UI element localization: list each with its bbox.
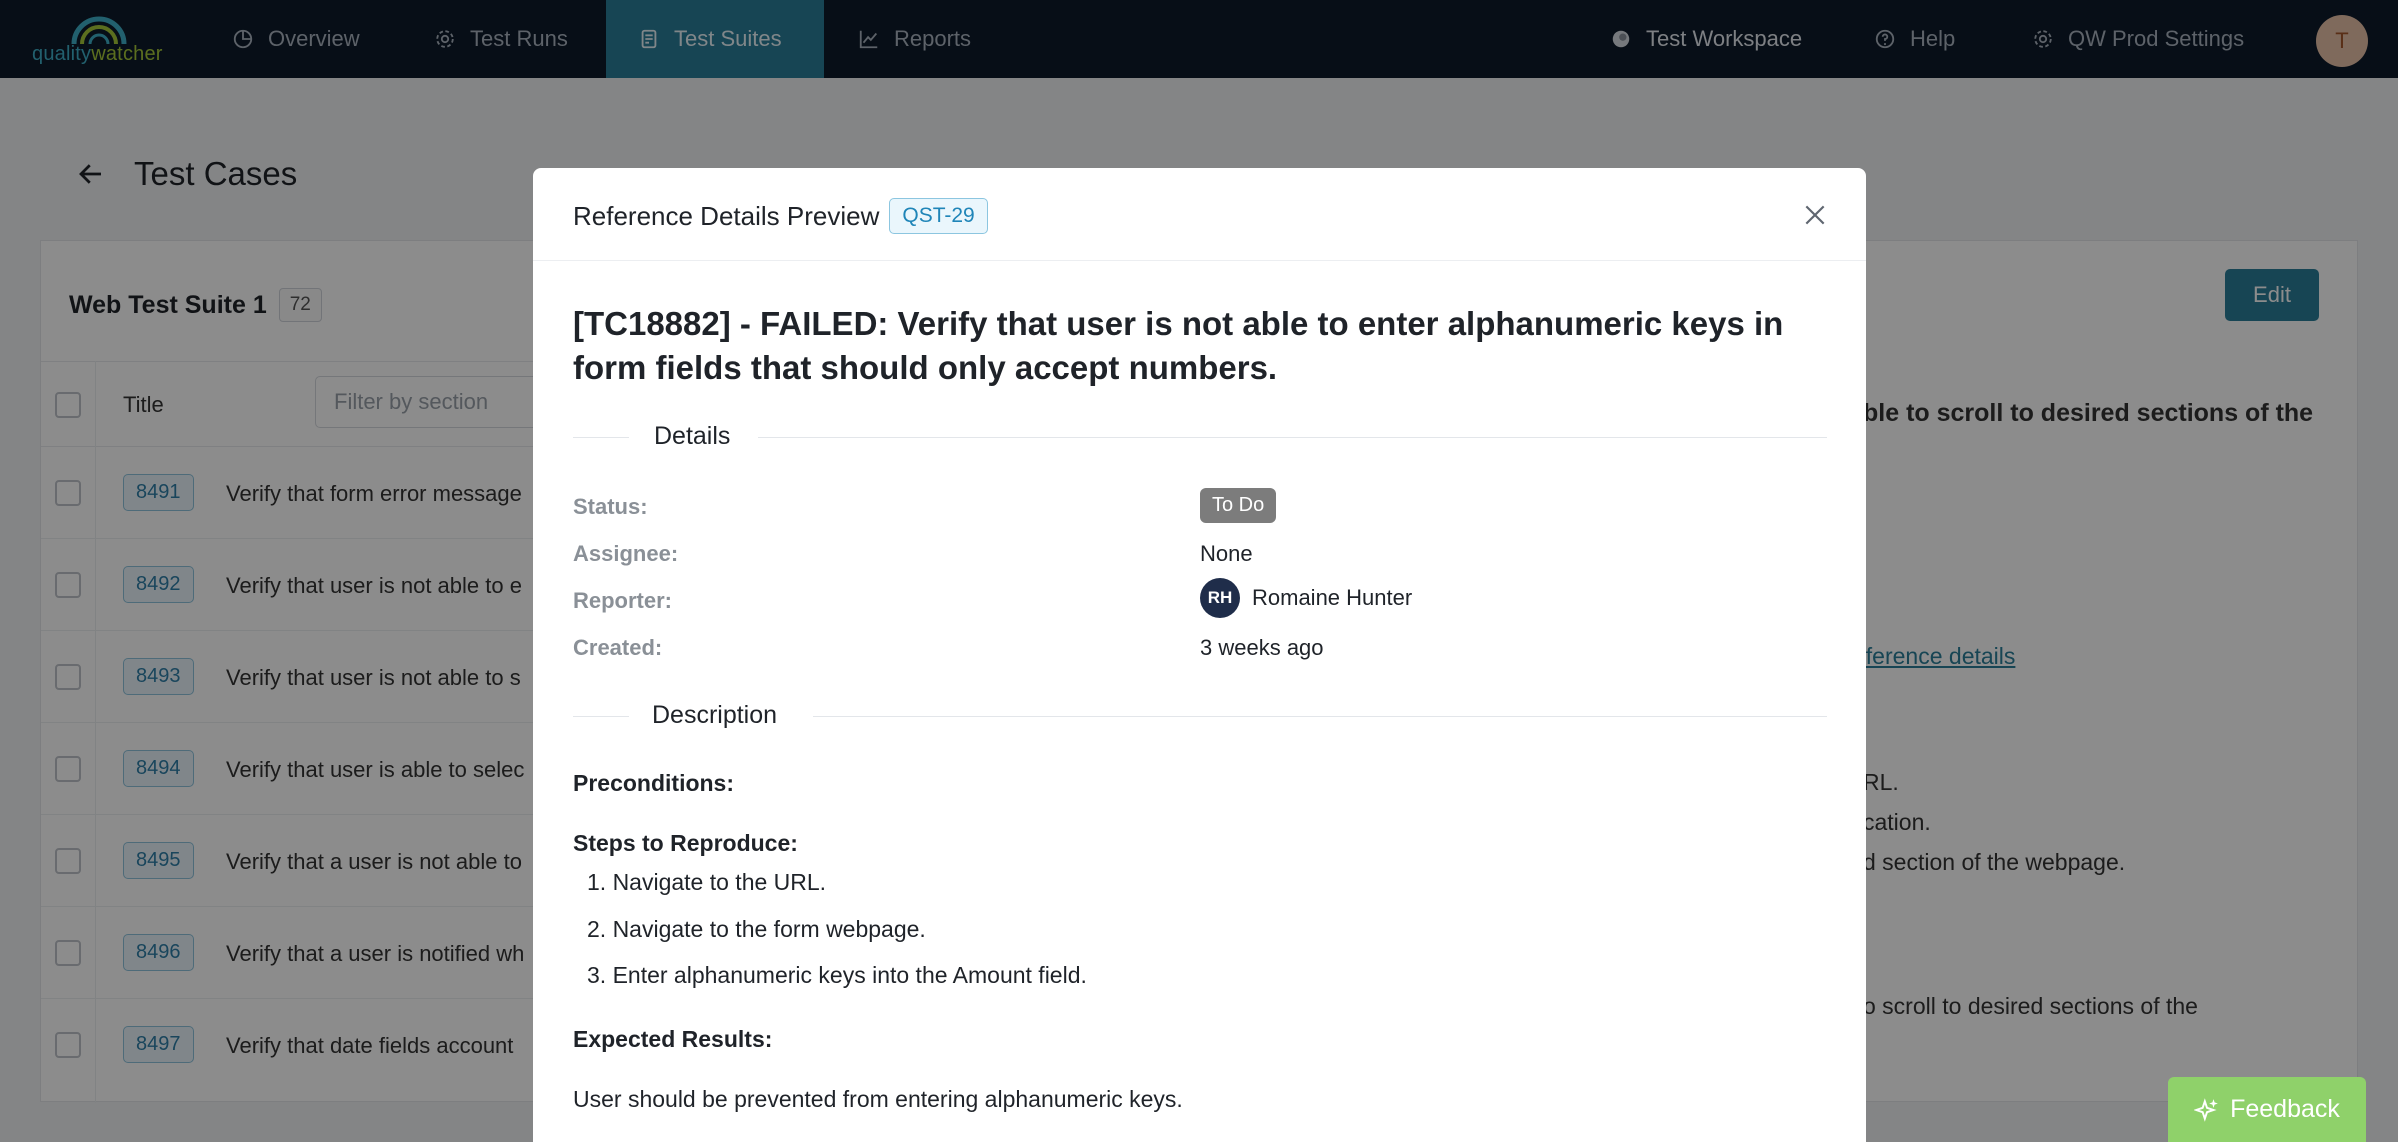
details-heading: Details — [648, 422, 737, 451]
reference-details-modal: Reference Details Preview QST-29 [TC1888… — [533, 168, 1866, 1142]
preconditions-label: Preconditions: — [573, 770, 735, 796]
reporter-value: RH Romaine Hunter — [1200, 578, 1412, 618]
expected-results-label: Expected Results: — [573, 1026, 773, 1052]
details-section-divider: Details — [573, 422, 1827, 452]
description-section-divider: Description — [573, 701, 1827, 731]
modal-title-text: Reference Details Preview — [573, 200, 880, 231]
created-value: 3 weeks ago — [1200, 635, 1324, 660]
step-item: 3. Enter alphanumeric keys into the Amou… — [587, 962, 1087, 988]
reference-id-badge: QST-29 — [889, 198, 988, 234]
reporter-label: Reporter: — [573, 588, 673, 613]
assignee-value: None — [1200, 541, 1253, 566]
case-heading: [TC18882] - FAILED: Verify that user is … — [573, 305, 1784, 386]
modal-header: Reference Details Preview QST-29 — [533, 168, 1866, 261]
feedback-button[interactable]: Feedback — [2168, 1077, 2366, 1142]
description-heading: Description — [646, 701, 784, 730]
reporter-avatar: RH — [1200, 578, 1240, 618]
modal-title: Reference Details Preview QST-29 — [573, 198, 988, 234]
created-label: Created: — [573, 635, 663, 660]
sparkle-icon — [2194, 1097, 2218, 1122]
reporter-name: Romaine Hunter — [1252, 585, 1413, 610]
close-icon[interactable] — [1802, 202, 1828, 228]
status-value: To Do — [1200, 488, 1277, 523]
status-label: Status: — [573, 494, 648, 519]
expected-results-text: User should be prevented from entering a… — [573, 1086, 1183, 1112]
step-item: 2. Navigate to the form webpage. — [587, 916, 926, 942]
feedback-label: Feedback — [2230, 1095, 2340, 1123]
steps-label: Steps to Reproduce: — [573, 830, 798, 856]
status-badge: To Do — [1200, 488, 1277, 523]
assignee-label: Assignee: — [573, 541, 679, 566]
step-item: 1. Navigate to the URL. — [587, 869, 827, 895]
